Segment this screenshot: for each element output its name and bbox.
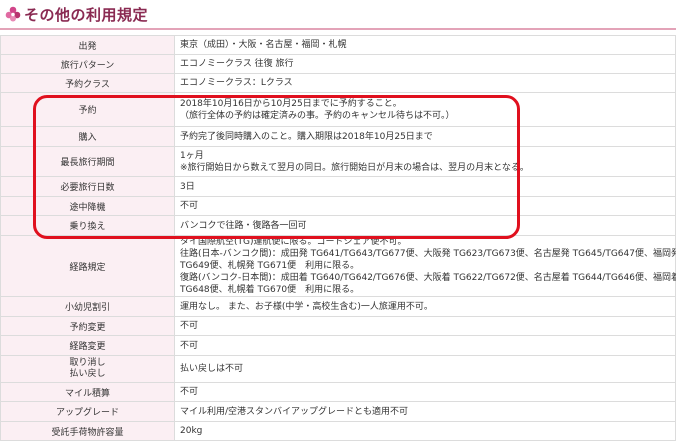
value-line: 不可 xyxy=(180,387,199,397)
table-row: 途中降機 不可 xyxy=(0,196,676,216)
row-value: 不可 xyxy=(174,196,676,216)
row-value: 1ヶ月 ※旅行開始日から数えて翌月の同日。旅行開始日が月末の場合は、翌月の月末とな… xyxy=(174,146,676,177)
row-value: タイ国際航空(TG)運航便に限る。コードシェア便不可。往路(日本-バンコク間)：… xyxy=(174,235,676,297)
table-row: 受託手荷物許容量 20kg xyxy=(0,421,676,441)
table-row: 経路規定 タイ国際航空(TG)運航便に限る。コードシェア便不可。往路(日本-バンコ… xyxy=(0,235,676,297)
table-row: 乗り換え バンコクで往路・復路各一回可 xyxy=(0,215,676,236)
table-row: マイル積算 不可 xyxy=(0,382,676,402)
value-line: バンコクで往路・復路各一回可 xyxy=(180,220,307,231)
table-row: 取り消し 払い戻し 払い戻しは不可 xyxy=(0,355,676,383)
value-line: 復路(バンコク-日本間)：成田着 TG640/TG642/TG676便、大阪着 … xyxy=(180,273,676,283)
table-row: 予約変更 不可 xyxy=(0,316,676,336)
row-label: マイル積算 xyxy=(0,382,175,402)
row-label: 経路変更 xyxy=(0,335,175,356)
row-label: 予約クラス xyxy=(0,73,175,93)
row-label: 小幼児割引 xyxy=(0,296,175,317)
value-line: タイ国際航空(TG)運航便に限る。コードシェア便不可。 xyxy=(180,237,407,247)
row-value: エコノミークラス：Lクラス xyxy=(174,73,676,93)
row-value: 3日 xyxy=(174,176,676,197)
value-line: 不可 xyxy=(180,201,199,211)
row-label: 必要旅行日数 xyxy=(0,176,175,197)
row-value: 2018年10月16日から10月25日までに予約すること。 （旅行全体の予約は確定… xyxy=(174,92,676,127)
row-value: バンコクで往路・復路各一回可 xyxy=(174,215,676,236)
table-row: 経路変更 不可 xyxy=(0,335,676,356)
row-value: 東京（成田）・大阪・名古屋・福岡・札幌 xyxy=(174,35,676,55)
value-line: エコノミークラス：Lクラス xyxy=(180,78,293,88)
value-line: 払い戻しは不可 xyxy=(180,364,244,374)
row-label: アップグレード xyxy=(0,401,175,422)
row-value: 運用なし。 また、お子様(中学・高校生含む)一人旅運用不可。 xyxy=(174,296,676,317)
value-line: 予約完了後同時購入のこと。購入期限は2018年10月25日まで xyxy=(180,131,433,142)
value-line: TG649便、札幌発 TG671便 利用に限る。 xyxy=(180,261,360,271)
table-row: アップグレード マイル利用/空港スタンバイアップグレードとも適用不可 xyxy=(0,401,676,422)
table-row: 旅行パターン エコノミークラス 往復 旅行 xyxy=(0,54,676,74)
value-line: 3日 xyxy=(180,181,195,192)
row-label: 経路規定 xyxy=(0,235,175,297)
value-line: エコノミークラス 往復 旅行 xyxy=(180,59,294,69)
table-row: 予約 2018年10月16日から10月25日までに予約すること。 （旅行全体の予約は… xyxy=(0,92,676,127)
row-label: 取り消し 払い戻し xyxy=(0,355,175,383)
row-label: 受託手荷物許容量 xyxy=(0,421,175,441)
value-line: 20kg xyxy=(180,426,203,436)
value-line: ※旅行開始日から数えて翌月の同日。旅行開始日が月末の場合は、翌月の月末となる。 xyxy=(180,162,529,173)
value-line: 1ヶ月 xyxy=(180,150,204,161)
row-value: 不可 xyxy=(174,316,676,336)
rules-table: 出発 東京（成田）・大阪・名古屋・福岡・札幌 旅行パターン エコノミークラス 往復 旅… xyxy=(0,35,676,441)
row-value: 予約完了後同時購入のこと。購入期限は2018年10月25日まで xyxy=(174,126,676,147)
value-line: マイル利用/空港スタンバイアップグレードとも適用不可 xyxy=(180,406,409,417)
value-line: （旅行全体の予約は確定済みの事。予約のキャンセル待ちは不可。） xyxy=(180,110,455,121)
table-row: 予約クラス エコノミークラス：Lクラス xyxy=(0,73,676,93)
row-label: 購入 xyxy=(0,126,175,147)
table-row: 最長旅行期間 1ヶ月 ※旅行開始日から数えて翌月の同日。旅行開始日が月末の場合は、翌… xyxy=(0,146,676,177)
table-row: 必要旅行日数 3日 xyxy=(0,176,676,197)
value-line: 東京（成田）・大阪・名古屋・福岡・札幌 xyxy=(180,40,347,50)
value-line: 不可 xyxy=(180,321,199,331)
row-label: 乗り換え xyxy=(0,215,175,236)
row-value: 不可 xyxy=(174,335,676,356)
row-value: 20kg xyxy=(174,421,676,441)
row-label: 予約変更 xyxy=(0,316,175,336)
flower-icon xyxy=(5,6,21,22)
row-label: 予約 xyxy=(0,92,175,127)
value-line: 往路(日本-バンコク間)：成田発 TG641/TG643/TG677便、大阪発 … xyxy=(180,249,676,259)
table-row: 購入 予約完了後同時購入のこと。購入期限は2018年10月25日まで xyxy=(0,126,676,147)
row-label: 途中降機 xyxy=(0,196,175,216)
table-row: 小幼児割引 運用なし。 また、お子様(中学・高校生含む)一人旅運用不可。 xyxy=(0,296,676,317)
row-label: 最長旅行期間 xyxy=(0,146,175,177)
value-line: 運用なし。 また、お子様(中学・高校生含む)一人旅運用不可。 xyxy=(180,301,433,312)
value-line: 不可 xyxy=(180,340,199,351)
table-row: 出発 東京（成田）・大阪・名古屋・福岡・札幌 xyxy=(0,35,676,55)
row-label: 旅行パターン xyxy=(0,54,175,74)
page-title: その他の利用規定 xyxy=(24,6,149,24)
row-value: 払い戻しは不可 xyxy=(174,355,676,383)
section-header: その他の利用規定 xyxy=(0,0,676,30)
row-value: マイル利用/空港スタンバイアップグレードとも適用不可 xyxy=(174,401,676,422)
row-label: 出発 xyxy=(0,35,175,55)
value-line: TG648便、札幌着 TG670便 利用に限る。 xyxy=(180,285,360,295)
row-value: エコノミークラス 往復 旅行 xyxy=(174,54,676,74)
value-line: 2018年10月16日から10月25日までに予約すること。 xyxy=(180,98,402,109)
row-value: 不可 xyxy=(174,382,676,402)
